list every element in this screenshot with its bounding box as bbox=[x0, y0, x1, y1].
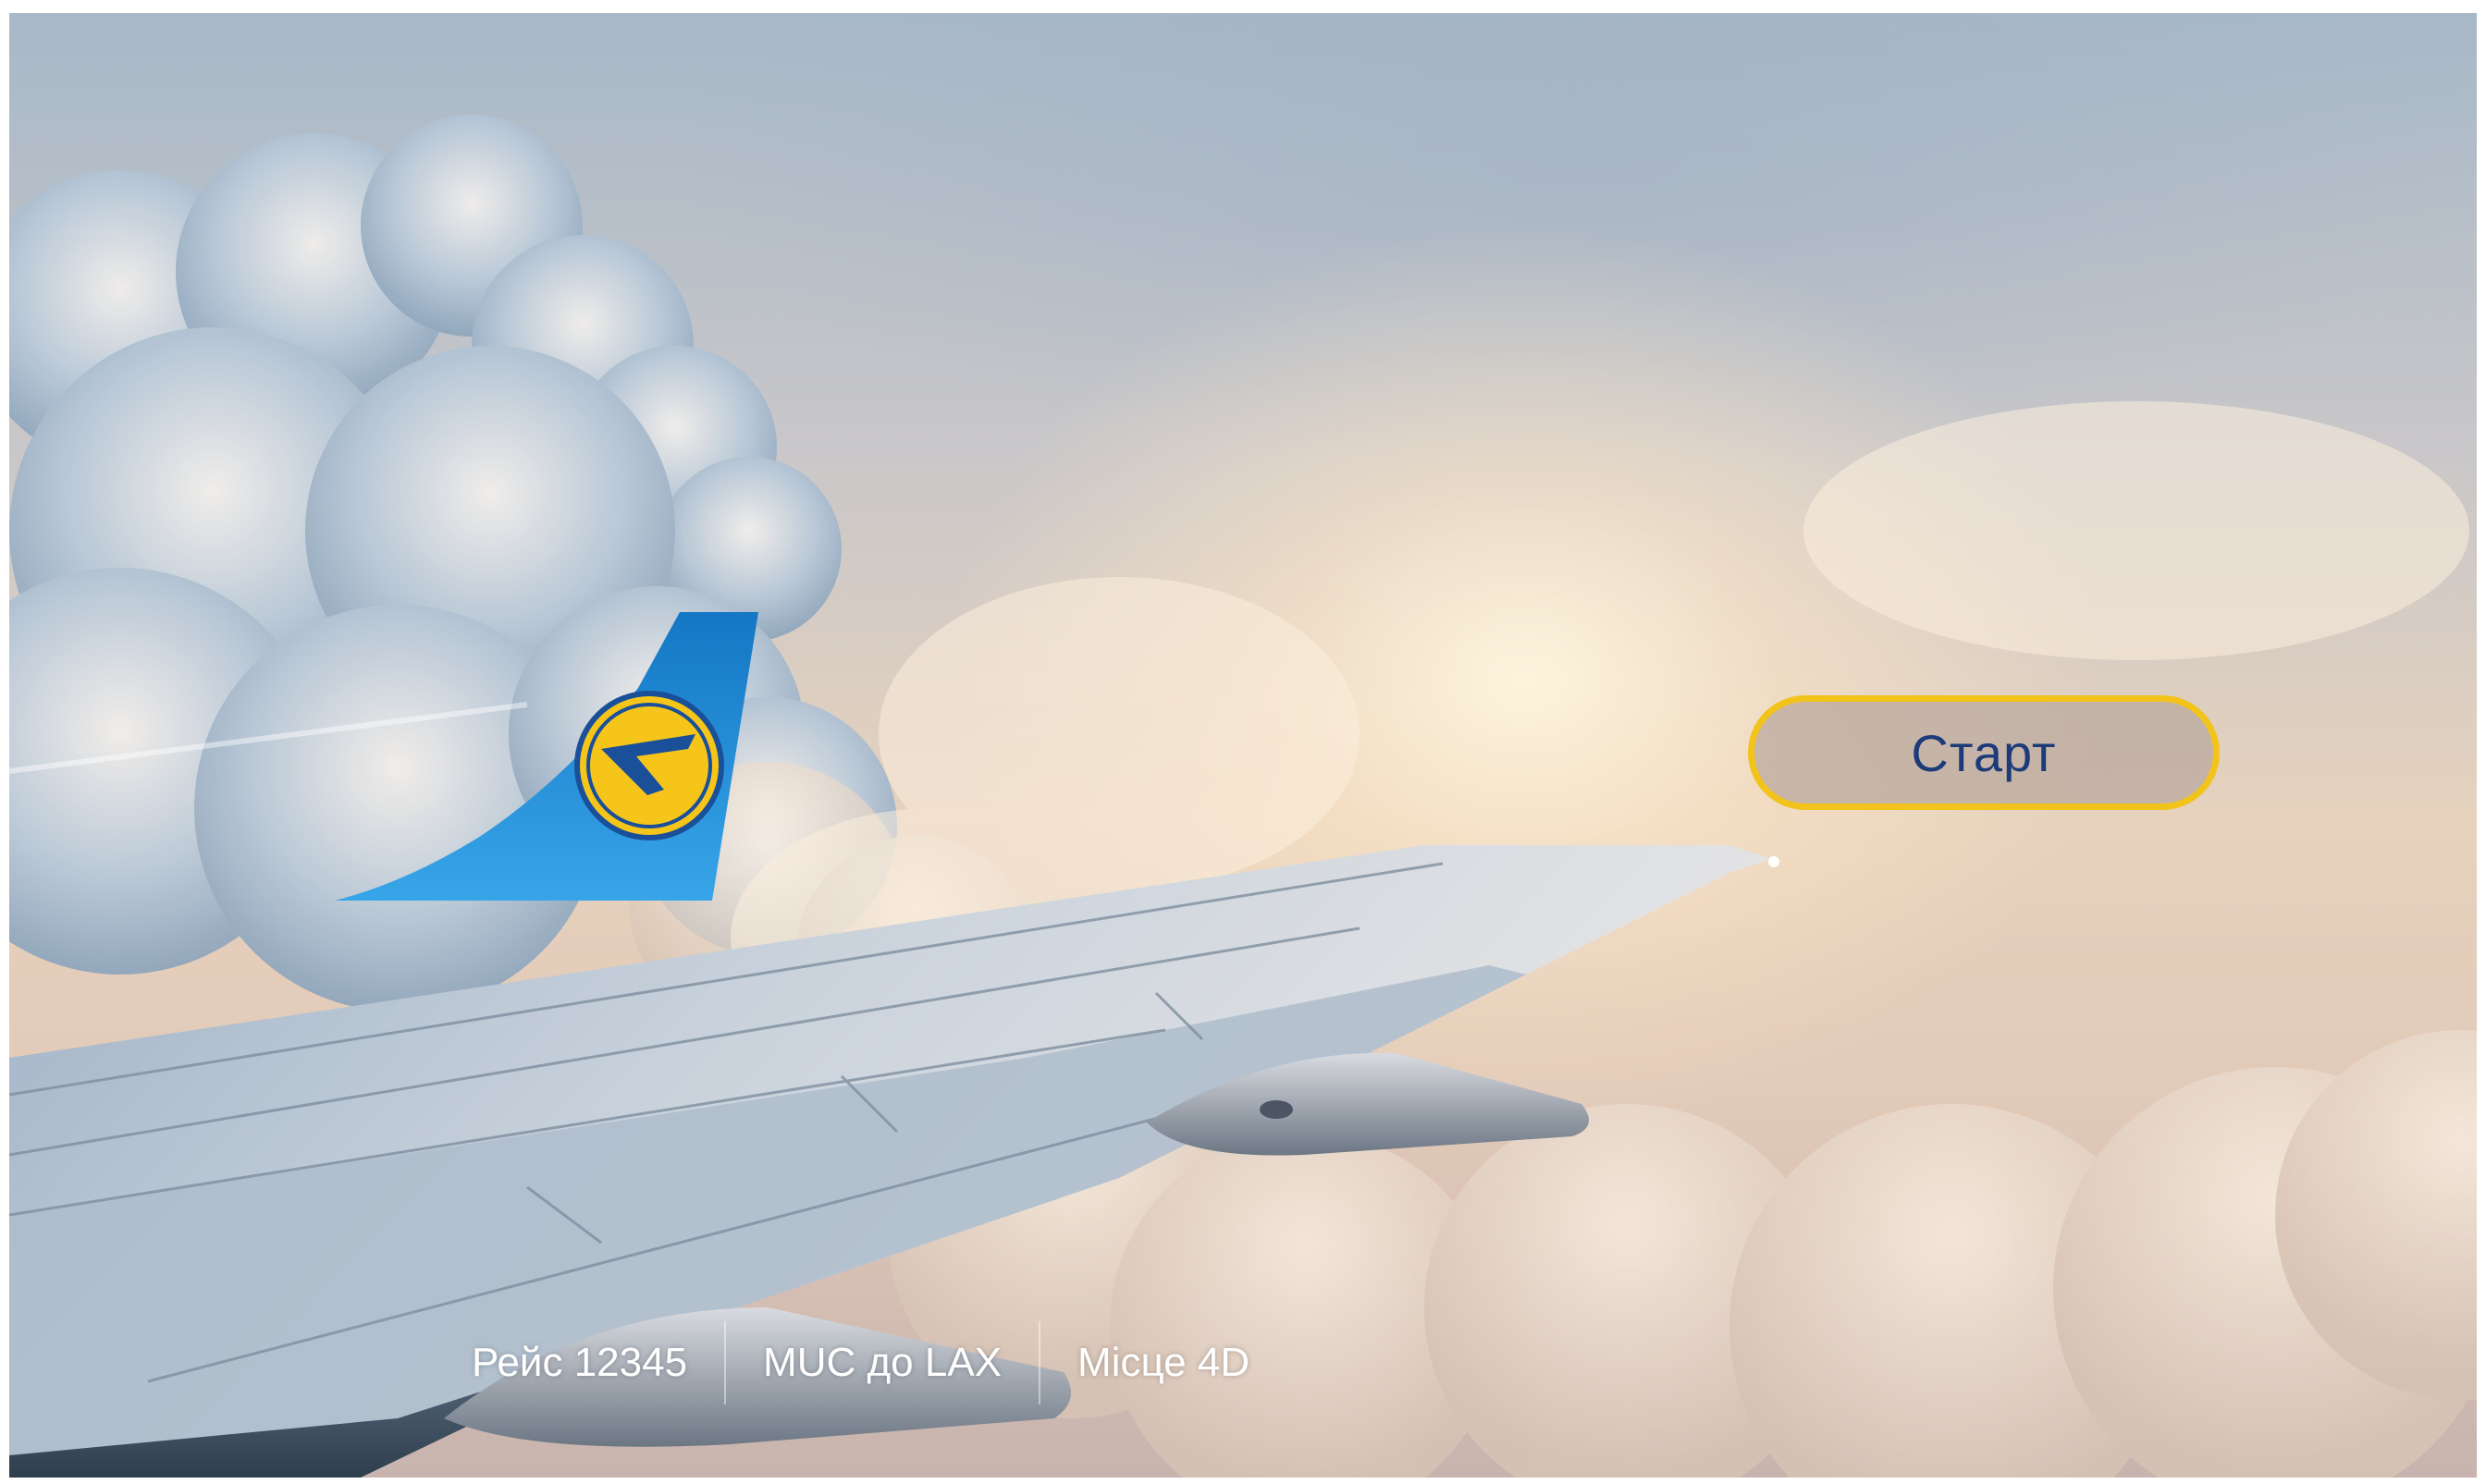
flight-route: MUC до LAX bbox=[763, 1340, 1003, 1385]
start-button[interactable]: Старт bbox=[1748, 695, 2220, 810]
seat-number: Місце 4D bbox=[1077, 1340, 1250, 1385]
start-button-label: Старт bbox=[1911, 723, 2057, 782]
flight-info-bar: Рейс 12345 MUC до LAX Місце 4D bbox=[472, 1321, 1249, 1404]
divider bbox=[724, 1321, 727, 1404]
welcome-screen: Старт Рейс 12345 MUC до LAX Місце 4D bbox=[9, 13, 2477, 1478]
divider bbox=[1039, 1321, 1041, 1404]
flight-number: Рейс 12345 bbox=[472, 1340, 688, 1385]
airline-tail-logo-icon bbox=[335, 612, 758, 901]
